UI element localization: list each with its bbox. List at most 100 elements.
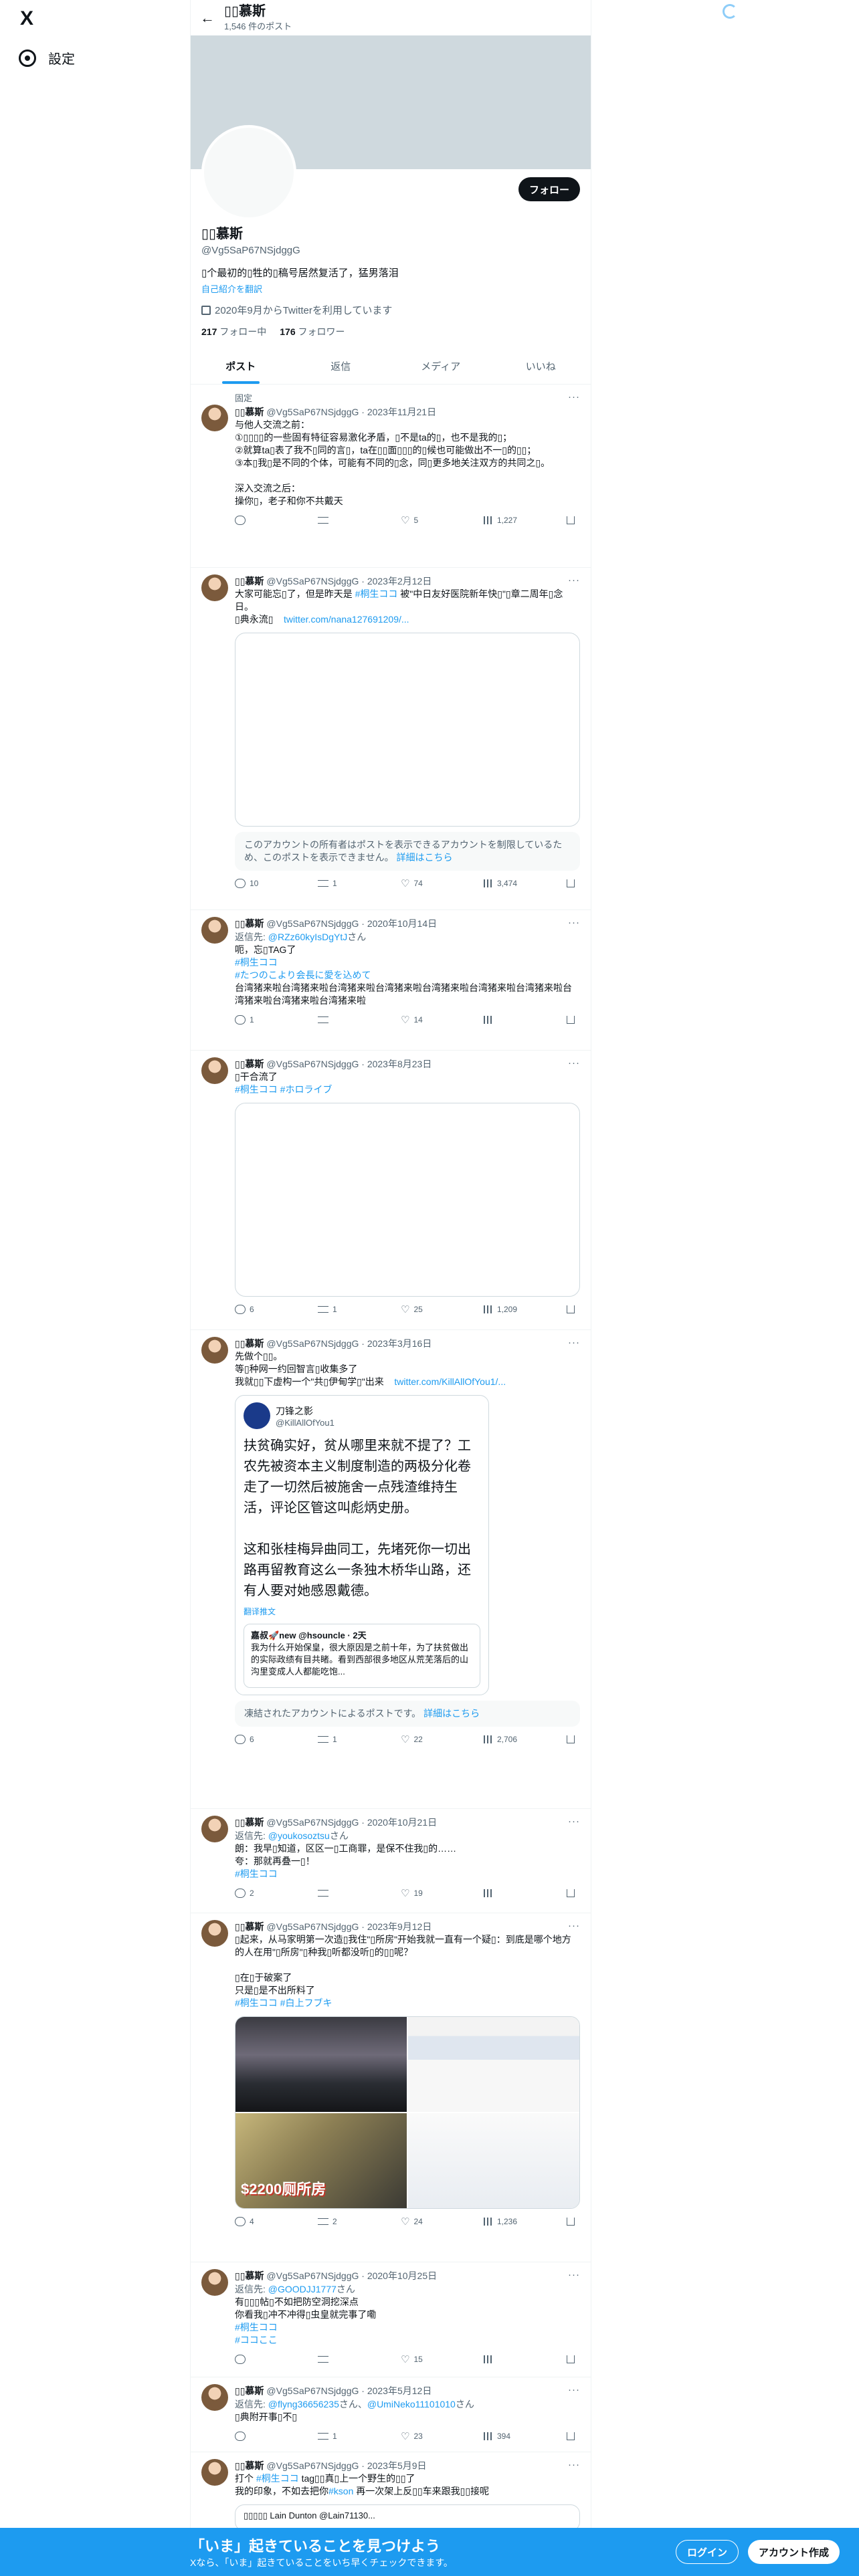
- reply-button[interactable]: 6: [235, 1733, 275, 1745]
- share-button[interactable]: [567, 2353, 577, 2365]
- share-button[interactable]: [567, 1733, 577, 1745]
- more-icon[interactable]: ···: [568, 1920, 580, 1931]
- back-arrow-icon[interactable]: ←: [200, 9, 224, 27]
- like-button[interactable]: ♡ 5: [401, 514, 441, 526]
- share-button[interactable]: [567, 2216, 577, 2228]
- tab-likes[interactable]: いいね: [491, 349, 591, 384]
- reply-button[interactable]: 1: [235, 1014, 275, 1026]
- share-button[interactable]: [567, 1303, 577, 1315]
- views-button[interactable]: [484, 1014, 524, 1026]
- login-button[interactable]: ログイン: [676, 2540, 739, 2564]
- retweet-button[interactable]: [318, 1014, 358, 1026]
- views-button[interactable]: 2,706: [484, 1733, 524, 1745]
- retweet-button[interactable]: [318, 1887, 358, 1899]
- photo-3[interactable]: $2200厕所房: [235, 2113, 407, 2208]
- tweet-author-name[interactable]: ▯▯慕斯: [235, 2459, 264, 2472]
- tweet[interactable]: ▯▯慕斯 @Vg5SaP67NSjdggG · 2023年3月16日 先做个▯▯。…: [191, 1330, 591, 1809]
- translate-bio-link[interactable]: 自己紹介を翻訳: [201, 282, 580, 295]
- tweet-avatar[interactable]: [201, 1920, 228, 1947]
- photo-4[interactable]: [408, 2113, 579, 2208]
- withheld-details-link[interactable]: 詳細はこちら: [423, 1708, 480, 1719]
- follow-button[interactable]: フォロー: [518, 177, 580, 201]
- tweet-author-name[interactable]: ▯▯慕斯: [235, 574, 264, 588]
- nested-quoted-tweet[interactable]: 嘉叔🚀new @hsouncle · 2天 我为什么开始保皇，很大原因是之前十年…: [244, 1624, 480, 1688]
- views-button[interactable]: 1,209: [484, 1303, 524, 1315]
- tweet-author-name[interactable]: ▯▯慕斯: [235, 2269, 264, 2282]
- tweet-author-name[interactable]: ▯▯慕斯: [235, 1057, 264, 1071]
- tweet-author-name[interactable]: ▯▯慕斯: [235, 1816, 264, 1829]
- hashtag-link[interactable]: #桐生ココ: [235, 1868, 580, 1881]
- share-button[interactable]: [567, 1887, 577, 1899]
- tab-posts[interactable]: ポスト: [191, 349, 291, 384]
- like-button[interactable]: ♡ 23: [401, 2430, 441, 2442]
- x-logo-icon[interactable]: X: [20, 7, 44, 31]
- more-icon[interactable]: ···: [568, 1057, 580, 1069]
- more-icon[interactable]: ···: [568, 2384, 580, 2395]
- translate-tweet-link[interactable]: 翻译推文: [244, 1606, 480, 1617]
- retweet-button[interactable]: [318, 2353, 358, 2365]
- tweet-avatar[interactable]: [201, 1816, 228, 1842]
- tweet-avatar[interactable]: [201, 1057, 228, 1084]
- more-icon[interactable]: ···: [568, 1337, 580, 1348]
- reply-button[interactable]: [235, 2430, 275, 2442]
- tweet-avatar[interactable]: [201, 2384, 228, 2411]
- hashtag-link[interactable]: #桐生ココ #たつのこより会長に愛を込めて: [235, 956, 580, 982]
- tab-media[interactable]: メディア: [391, 349, 491, 384]
- tweet-avatar[interactable]: [201, 2269, 228, 2296]
- hashtag-link[interactable]: #桐生ココ: [355, 588, 398, 599]
- views-button[interactable]: 3,474: [484, 877, 524, 889]
- profile-avatar[interactable]: [201, 125, 296, 220]
- more-icon[interactable]: ···: [568, 574, 580, 586]
- tweet-author-name[interactable]: ▯▯慕斯: [235, 1920, 264, 1933]
- followers-link[interactable]: 176 フォロワー: [280, 325, 345, 338]
- more-icon[interactable]: ···: [568, 2269, 580, 2280]
- hashtag-link[interactable]: #kson: [328, 2486, 353, 2496]
- tweet[interactable]: ▯▯慕斯 @Vg5SaP67NSjdggG · 2020年10月25日 返信先: …: [191, 2262, 591, 2377]
- photo-2[interactable]: [408, 2017, 579, 2112]
- reply-to-handle[interactable]: @GOODJJ1777: [268, 2284, 337, 2294]
- withheld-details-link[interactable]: 詳細はこちら: [396, 852, 452, 863]
- tweet-avatar[interactable]: [201, 405, 228, 431]
- tweet-author-name[interactable]: ▯▯慕斯: [235, 1337, 264, 1350]
- tweet[interactable]: ▯▯慕斯 @Vg5SaP67NSjdggG · 2020年10月21日 返信先: …: [191, 1809, 591, 1913]
- tweet-author-name[interactable]: ▯▯慕斯: [235, 405, 264, 419]
- like-button[interactable]: ♡ 25: [401, 1303, 441, 1315]
- more-icon[interactable]: ···: [568, 2459, 580, 2470]
- hashtag-link[interactable]: #桐生ココ #ホロライブ: [235, 1083, 580, 1096]
- hashtag-link[interactable]: #桐生ココ #ココここ: [235, 2321, 580, 2347]
- like-button[interactable]: ♡ 24: [401, 2216, 441, 2228]
- tweet[interactable]: 固定 ▯▯慕斯 @Vg5SaP67NSjdggG · 2023年11月21日 与他…: [191, 385, 591, 568]
- more-icon[interactable]: ···: [568, 391, 580, 403]
- tweet[interactable]: ▯▯慕斯 @Vg5SaP67NSjdggG · 2023年9月12日 ▯起来，从马…: [191, 1913, 591, 2262]
- retweet-button[interactable]: 1: [318, 2430, 358, 2442]
- reply-button[interactable]: 6: [235, 1303, 275, 1315]
- reply-button[interactable]: [235, 2353, 275, 2365]
- like-button[interactable]: ♡ 14: [401, 1014, 441, 1026]
- share-button[interactable]: [567, 1014, 577, 1026]
- reply-button[interactable]: [235, 514, 275, 526]
- tab-replies[interactable]: 返信: [291, 349, 391, 384]
- share-button[interactable]: [567, 877, 577, 889]
- retweet-button[interactable]: [318, 514, 358, 526]
- tweet-author-name[interactable]: ▯▯慕斯: [235, 917, 264, 930]
- reply-button[interactable]: 2: [235, 1887, 275, 1899]
- retweet-button[interactable]: 2: [318, 2216, 358, 2228]
- like-button[interactable]: ♡ 19: [401, 1887, 441, 1899]
- views-button[interactable]: 394: [484, 2430, 524, 2442]
- reply-button[interactable]: 4: [235, 2216, 275, 2228]
- quoted-avatar[interactable]: [244, 1402, 270, 1429]
- tweet-avatar[interactable]: [201, 1337, 228, 1364]
- hashtag-link[interactable]: #桐生ココ #白上フブキ: [235, 1997, 580, 2010]
- tweet-avatar[interactable]: [201, 917, 228, 944]
- photo-1[interactable]: [235, 2017, 407, 2112]
- like-button[interactable]: ♡ 22: [401, 1733, 441, 1745]
- tweet-avatar[interactable]: [201, 2459, 228, 2486]
- reply-button[interactable]: 10: [235, 877, 275, 889]
- quoted-name[interactable]: 刀锋之影: [276, 1404, 335, 1418]
- tweet-avatar[interactable]: [201, 574, 228, 601]
- quoted-tweet[interactable]: 刀锋之影 @KillAllOfYou1 扶贫确实好，贫从哪里来就不提了？工农先被…: [235, 1395, 489, 1695]
- views-button[interactable]: 1,227: [484, 514, 524, 526]
- like-button[interactable]: ♡ 15: [401, 2353, 441, 2365]
- tweet[interactable]: ▯▯慕斯 @Vg5SaP67NSjdggG · 2023年2月12日 大家可能忘▯…: [191, 568, 591, 910]
- signup-button[interactable]: アカウント作成: [748, 2540, 840, 2564]
